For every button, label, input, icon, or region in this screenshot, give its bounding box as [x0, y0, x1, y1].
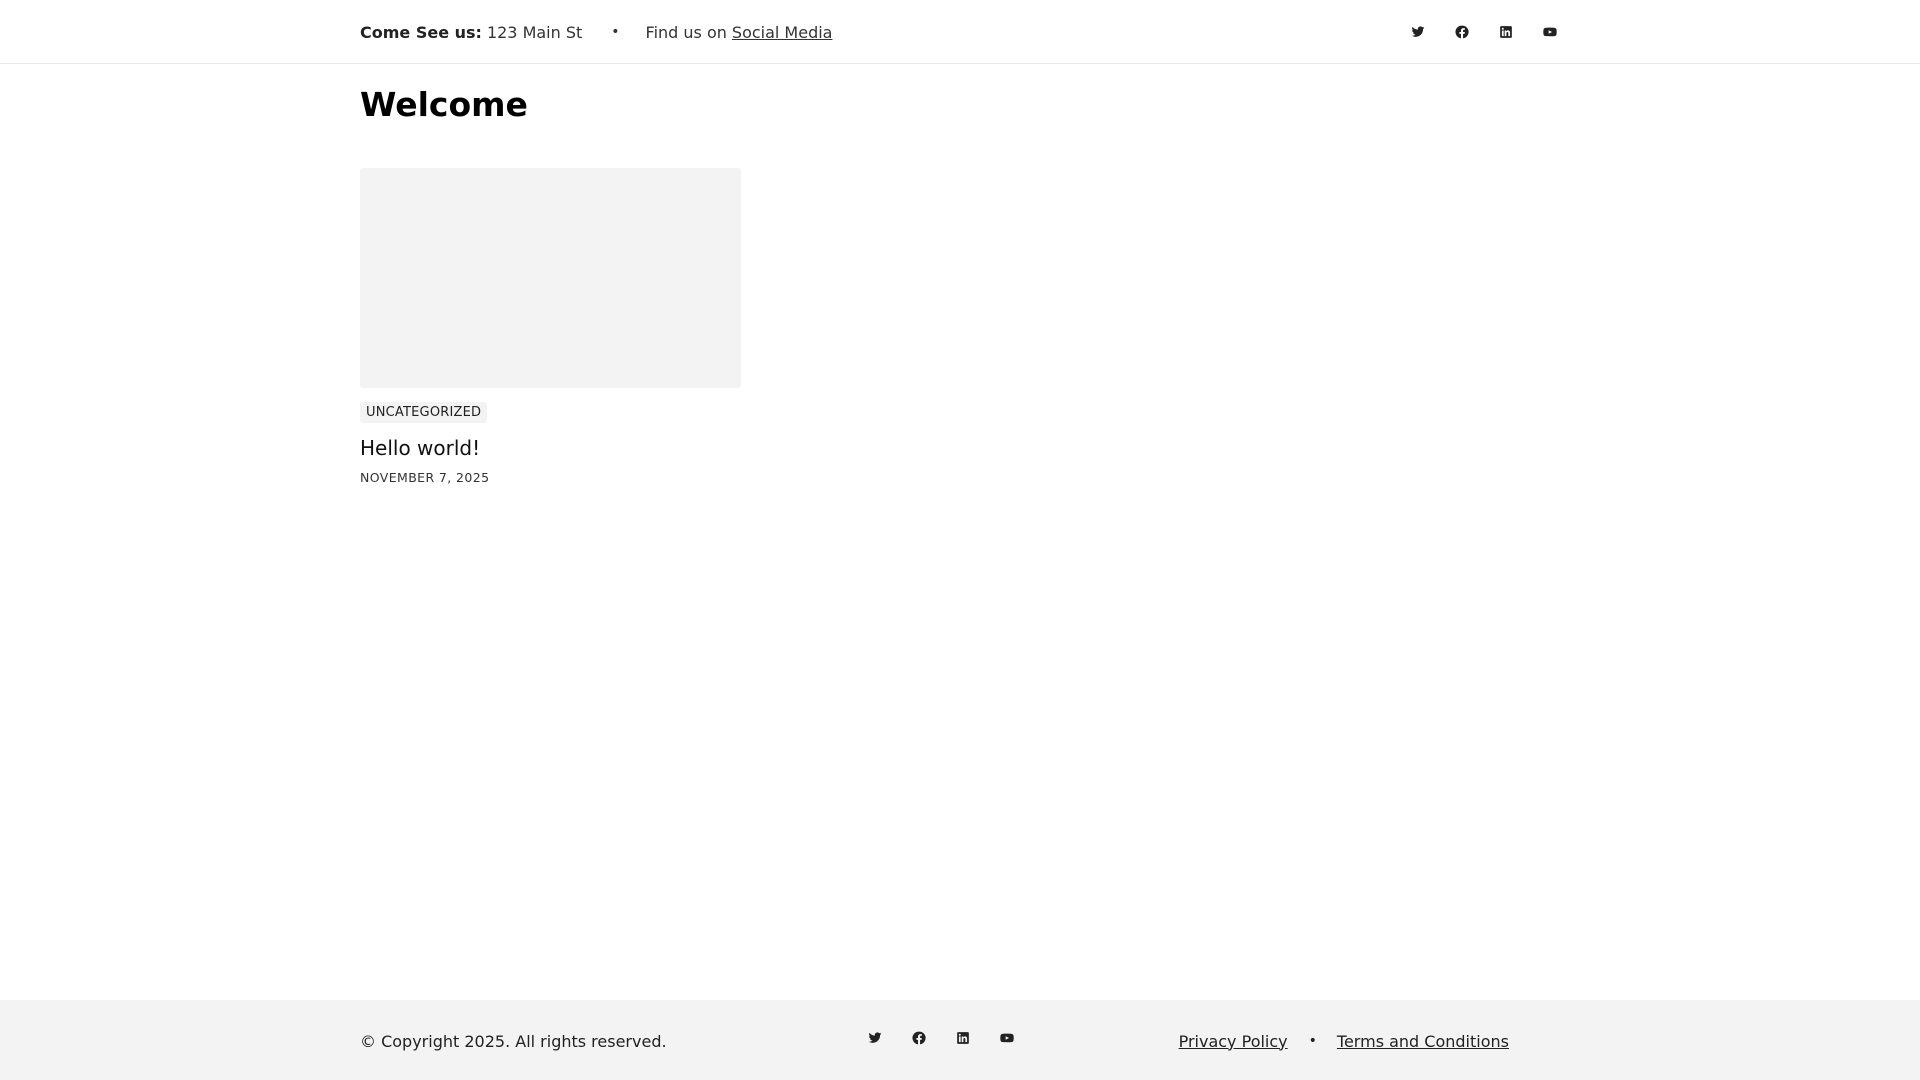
- footer-social-icons: [853, 1028, 1029, 1048]
- youtube-icon[interactable]: [997, 1028, 1017, 1048]
- footer: © Copyright 2025. All rights reserved. P…: [0, 1000, 1920, 1080]
- post-card: UNCATEGORIZED Hello world! NOVEMBER 7, 2…: [360, 168, 741, 485]
- separator-dot: •: [611, 24, 620, 40]
- address-value: 123 Main St: [486, 22, 583, 42]
- linkedin-icon[interactable]: [953, 1028, 973, 1048]
- post-title-link[interactable]: Hello world!: [360, 435, 741, 461]
- terms-link[interactable]: Terms and Conditions: [1337, 1032, 1509, 1051]
- linkedin-icon[interactable]: [1496, 22, 1516, 42]
- top-bar: Come See us: 123 Main St • Find us on So…: [0, 0, 1920, 64]
- footer-links: Privacy Policy • Terms and Conditions: [1179, 1032, 1509, 1051]
- post-category-badge[interactable]: UNCATEGORIZED: [360, 402, 488, 423]
- twitter-icon[interactable]: [1408, 22, 1428, 42]
- facebook-icon[interactable]: [1452, 22, 1472, 42]
- find-us-text: Find us on: [645, 22, 727, 42]
- twitter-icon[interactable]: [865, 1028, 885, 1048]
- social-media-link[interactable]: Social Media: [732, 23, 833, 42]
- youtube-icon[interactable]: [1540, 22, 1560, 42]
- address-label: Come See us:: [360, 22, 482, 42]
- separator-dot: •: [1308, 1033, 1317, 1049]
- top-bar-inner: Come See us: 123 Main St • Find us on So…: [360, 0, 1560, 64]
- copyright-text: © Copyright 2025. All rights reserved.: [360, 1031, 667, 1051]
- footer-inner: © Copyright 2025. All rights reserved. P…: [360, 1000, 1509, 1080]
- header-social-icons: [1384, 22, 1560, 42]
- post-date: NOVEMBER 7, 2025: [360, 470, 490, 485]
- facebook-icon[interactable]: [909, 1028, 929, 1048]
- post-thumbnail[interactable]: [360, 168, 741, 388]
- contact-info: Come See us: 123 Main St • Find us on So…: [360, 23, 832, 42]
- page-title: Welcome: [360, 85, 528, 124]
- privacy-policy-link[interactable]: Privacy Policy: [1179, 1032, 1288, 1051]
- main-content: Welcome UNCATEGORIZED Hello world! NOVEM…: [360, 64, 1560, 485]
